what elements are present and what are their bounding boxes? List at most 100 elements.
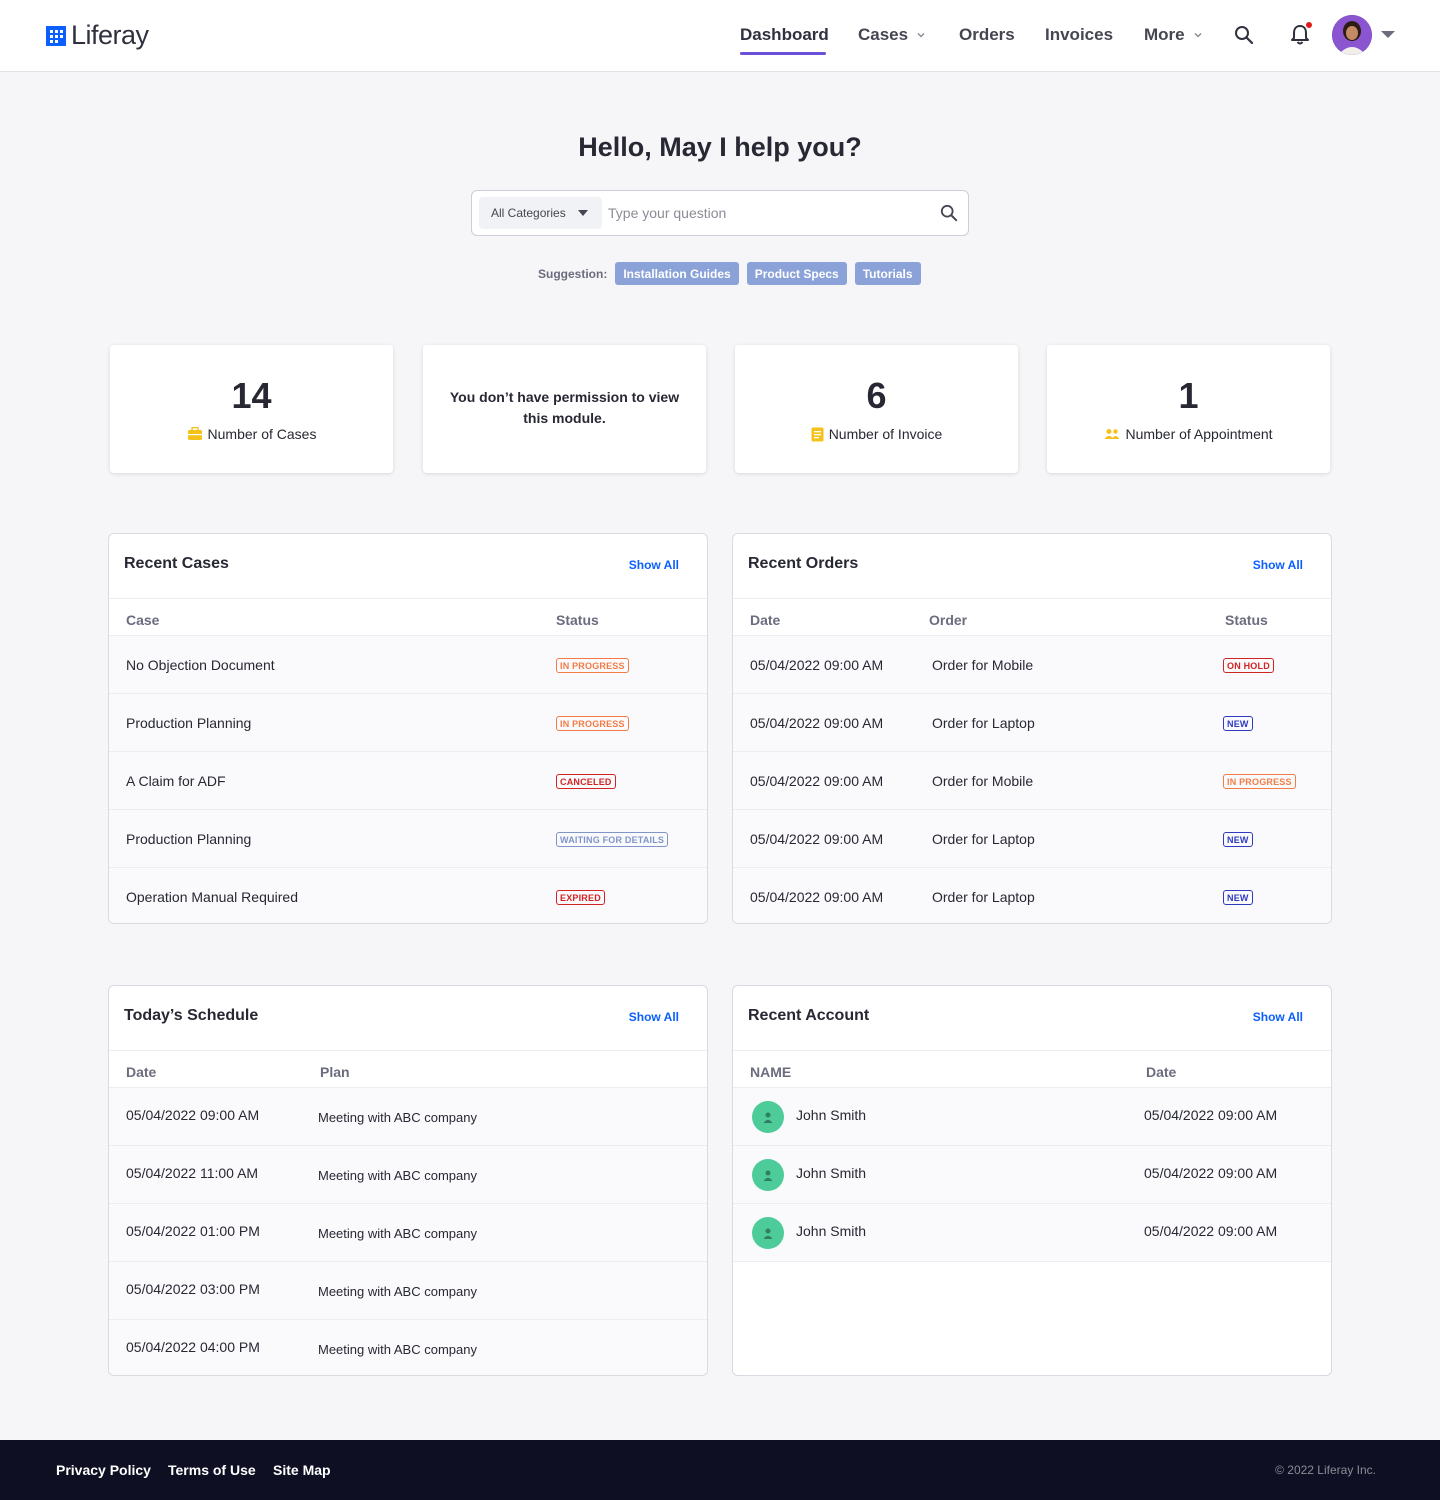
table-row[interactable]: 05/04/2022 04:00 PM Meeting with ABC com… xyxy=(109,1320,707,1375)
column-header: Order xyxy=(929,612,968,628)
table-row[interactable]: No Objection Document IN PROGRESS xyxy=(109,636,707,694)
column-header: Date xyxy=(126,1064,157,1080)
category-select[interactable]: All Categories xyxy=(479,197,602,229)
schedule-date: 05/04/2022 09:00 AM xyxy=(126,1107,260,1123)
liferay-logo[interactable]: Liferay xyxy=(46,20,149,51)
table-row[interactable]: John Smith 05/04/2022 09:00 AM xyxy=(733,1088,1331,1146)
nav-orders[interactable]: Orders xyxy=(959,25,1015,45)
table-row[interactable]: 05/04/2022 09:00 AM Order for Laptop NEW xyxy=(733,810,1331,868)
order-date: 05/04/2022 09:00 AM xyxy=(750,889,884,905)
order-date: 05/04/2022 09:00 AM xyxy=(750,773,884,789)
nav-more[interactable]: More xyxy=(1144,25,1203,45)
nav-cases[interactable]: Cases xyxy=(858,25,926,45)
user-avatar[interactable] xyxy=(1332,15,1372,55)
status-badge: IN PROGRESS xyxy=(556,658,629,673)
table-row[interactable]: 05/04/2022 11:00 AM Meeting with ABC com… xyxy=(109,1146,707,1204)
table-row[interactable]: 05/04/2022 01:00 PM Meeting with ABC com… xyxy=(109,1204,707,1262)
user-icon xyxy=(752,1159,784,1191)
table-row[interactable]: Production Planning IN PROGRESS xyxy=(109,694,707,752)
table-row[interactable]: John Smith 05/04/2022 09:00 AM xyxy=(733,1146,1331,1204)
status-badge: NEW xyxy=(1223,890,1253,905)
status-badge: IN PROGRESS xyxy=(1223,774,1296,789)
schedule-plan: Meeting with ABC company xyxy=(318,1226,477,1241)
top-navbar: Liferay Dashboard Cases Orders Invoices … xyxy=(0,0,1440,72)
copyright: © 2022 Liferay Inc. xyxy=(1275,1463,1376,1477)
nav-orders-label: Orders xyxy=(959,25,1015,44)
schedule-date: 05/04/2022 11:00 AM xyxy=(126,1165,259,1181)
permission-message: You don’t have permission to view this m… xyxy=(449,389,680,426)
show-all-link[interactable]: Show All xyxy=(1253,558,1303,572)
logo-text: Liferay xyxy=(71,20,149,50)
stat-value: 14 xyxy=(231,375,272,416)
table-row[interactable]: A Claim for ADF CANCELED xyxy=(109,752,707,810)
table-row[interactable]: 05/04/2022 09:00 AM Meeting with ABC com… xyxy=(109,1088,707,1146)
caret-down-icon xyxy=(578,210,588,216)
nav-cases-label: Cases xyxy=(858,25,909,44)
schedule-plan: Meeting with ABC company xyxy=(318,1342,477,1357)
suggestion-chip[interactable]: Tutorials xyxy=(854,262,921,285)
suggestion-chip[interactable]: Product Specs xyxy=(746,262,847,285)
table-header: NAME Date xyxy=(733,1050,1331,1088)
suggestion-chip[interactable]: Installation Guides xyxy=(615,262,739,285)
status-badge: EXPIRED xyxy=(556,890,605,905)
stat-card-invoice[interactable]: 6 Number of Invoice xyxy=(735,345,1018,473)
order-name: Order for Mobile xyxy=(932,773,1034,789)
case-name: Operation Manual Required xyxy=(126,889,298,905)
table-row[interactable]: Production Planning WAITING FOR DETAILS xyxy=(109,810,707,868)
panel-title: Recent Account xyxy=(748,1007,870,1024)
status-badge: NEW xyxy=(1223,716,1253,731)
stat-card-cases[interactable]: 14 Number of Cases xyxy=(110,345,393,473)
column-header: Date xyxy=(1146,1064,1177,1080)
status-badge: ON HOLD xyxy=(1223,658,1274,673)
show-all-link[interactable]: Show All xyxy=(1253,1010,1303,1024)
briefcase-icon xyxy=(187,427,202,440)
liferay-logo-icon xyxy=(46,25,66,46)
todays-schedule-panel: Today’s Schedule Show All Date Plan 05/0… xyxy=(108,985,708,1376)
recent-orders-panel: Recent Orders Show All Date Order Status… xyxy=(732,533,1332,924)
status-badge: CANCELED xyxy=(556,774,616,789)
account-date: 05/04/2022 09:00 AM xyxy=(1144,1107,1278,1123)
search-input[interactable] xyxy=(608,199,918,227)
table-row[interactable]: 05/04/2022 03:00 PM Meeting with ABC com… xyxy=(109,1262,707,1320)
search-icon[interactable] xyxy=(1234,25,1254,45)
status-badge: IN PROGRESS xyxy=(556,716,629,731)
footer-link-sitemap[interactable]: Site Map xyxy=(273,1462,331,1478)
table-row[interactable]: John Smith 05/04/2022 09:00 AM xyxy=(733,1204,1331,1262)
avatar-portrait xyxy=(1332,15,1372,55)
column-header: Status xyxy=(1225,612,1268,628)
chevron-down-icon xyxy=(1194,32,1202,38)
search-icon[interactable] xyxy=(940,204,958,222)
stat-card-appointment[interactable]: 1 Number of Appointment xyxy=(1047,345,1330,473)
show-all-link[interactable]: Show All xyxy=(629,558,679,572)
caret-down-icon[interactable] xyxy=(1381,31,1395,38)
invoice-icon xyxy=(811,427,824,441)
order-date: 05/04/2022 09:00 AM xyxy=(750,657,884,673)
user-icon xyxy=(752,1217,784,1249)
table-row[interactable]: 05/04/2022 09:00 AM Order for Laptop NEW xyxy=(733,868,1331,923)
notification-dot xyxy=(1305,21,1313,29)
footer-link-terms[interactable]: Terms of Use xyxy=(168,1462,256,1478)
table-header: Date Order Status xyxy=(733,598,1331,636)
stat-label: Number of Appointment xyxy=(1047,426,1330,442)
page-title: Hello, May I help you? xyxy=(578,132,862,162)
stat-value: 6 xyxy=(866,375,887,416)
table-row[interactable]: Operation Manual Required EXPIRED xyxy=(109,868,707,923)
schedule-date: 05/04/2022 04:00 PM xyxy=(126,1339,260,1355)
suggestion-label: Suggestion: xyxy=(538,266,608,281)
nav-dashboard[interactable]: Dashboard xyxy=(740,25,829,45)
nav-invoices[interactable]: Invoices xyxy=(1045,25,1113,45)
stat-label: Number of Cases xyxy=(110,426,393,442)
table-row[interactable]: 05/04/2022 09:00 AM Order for Mobile ON … xyxy=(733,636,1331,694)
schedule-plan: Meeting with ABC company xyxy=(318,1168,477,1183)
panel-title: Recent Orders xyxy=(748,555,859,572)
account-date: 05/04/2022 09:00 AM xyxy=(1144,1223,1278,1239)
account-name: John Smith xyxy=(796,1165,867,1181)
case-name: Production Planning xyxy=(126,831,252,847)
schedule-date: 05/04/2022 03:00 PM xyxy=(126,1281,260,1297)
table-row[interactable]: 05/04/2022 09:00 AM Order for Laptop NEW xyxy=(733,694,1331,752)
suggestions: Suggestion: Installation Guides Product … xyxy=(538,262,921,285)
table-row[interactable]: 05/04/2022 09:00 AM Order for Mobile IN … xyxy=(733,752,1331,810)
footer-link-privacy[interactable]: Privacy Policy xyxy=(56,1462,151,1478)
show-all-link[interactable]: Show All xyxy=(629,1010,679,1024)
nav-more-label: More xyxy=(1144,25,1185,44)
